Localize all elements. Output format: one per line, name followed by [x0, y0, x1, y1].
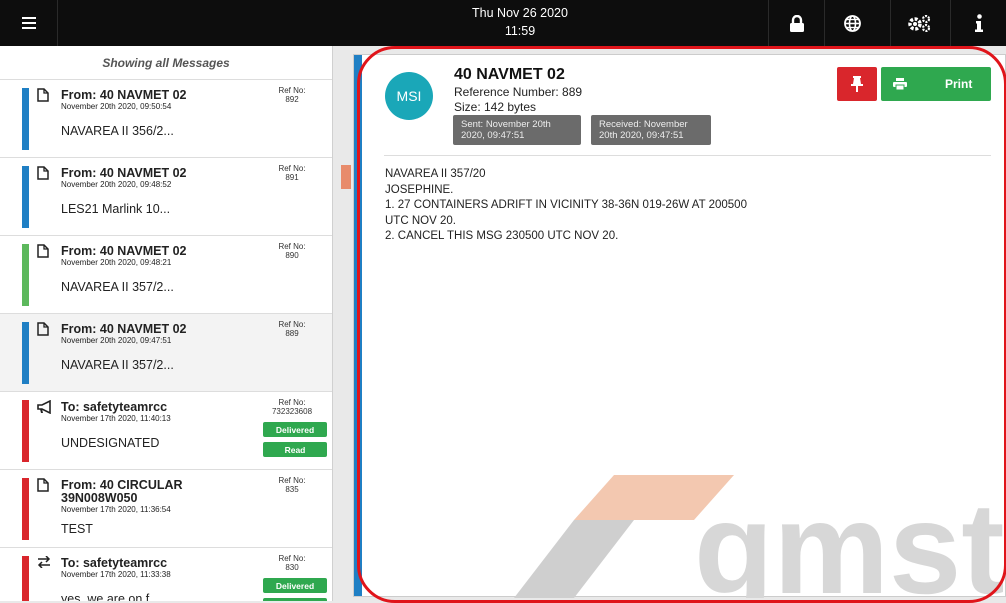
file-icon: [37, 322, 49, 336]
message-list: From: 40 NAVMET 02 November 20th 2020, 09…: [0, 80, 332, 601]
menu-button[interactable]: [0, 0, 58, 46]
ref-value: 892: [285, 94, 299, 104]
list-item[interactable]: From: 40 NAVMET 02 November 20th 2020, 09…: [0, 314, 332, 392]
current-date: Thu Nov 26 2020: [472, 6, 568, 20]
message-sender: From: 40 NAVMET 02: [61, 166, 187, 180]
header-divider: [384, 155, 991, 156]
exchange-icon: [37, 555, 51, 570]
status-color-bar: [22, 478, 29, 540]
list-header: Showing all Messages: [0, 46, 332, 80]
message-date: November 17th 2020, 11:40:13: [61, 414, 171, 423]
gmst-watermark-logo: gmst: [514, 475, 1005, 598]
status-color-bar: [22, 166, 29, 228]
message-list-pane: Showing all Messages From: 40 NAVMET 02 N…: [0, 46, 333, 601]
info-button[interactable]: [950, 0, 1006, 46]
list-item[interactable]: From: 40 NAVMET 02 November 20th 2020, 09…: [0, 158, 332, 236]
message-snippet: UNDESIGNATED: [61, 436, 160, 450]
message-date: November 20th 2020, 09:47:51: [61, 336, 172, 345]
status-color-bar: [22, 244, 29, 306]
globe-icon: [844, 14, 861, 32]
message-sender: From: 40 NAVMET 02: [61, 244, 187, 258]
message-snippet: TEST: [61, 522, 93, 536]
clock: Thu Nov 26 2020 11:59: [420, 4, 620, 40]
lock-icon: [789, 14, 804, 32]
printer-icon: [893, 78, 907, 90]
message-snippet: NAVAREA II 357/2...: [61, 358, 174, 372]
print-button[interactable]: Print: [881, 67, 991, 101]
current-time: 11:59: [504, 24, 536, 38]
top-bar: Thu Nov 26 2020 11:59: [0, 0, 1006, 46]
message-sender: To: safetyteamrcc: [61, 400, 168, 414]
watermark-text: gmst: [694, 475, 1005, 598]
network-button[interactable]: [824, 0, 880, 46]
message-sender: From: 40 CIRCULAR 39N008W050: [61, 478, 183, 505]
message-sender: From: 40 NAVMET 02: [61, 322, 187, 336]
message-snippet: NAVAREA II 356/2...: [61, 124, 174, 138]
message-snippet: NAVAREA II 357/2...: [61, 280, 174, 294]
settings-button[interactable]: [890, 0, 946, 46]
ref-number: Ref No: 830: [257, 554, 327, 572]
message-snippet: LES21 Marlink 10...: [61, 202, 171, 216]
list-item[interactable]: To: safetyteamrcc November 17th 2020, 11:…: [0, 392, 332, 470]
message-date: November 17th 2020, 11:36:54: [61, 505, 171, 514]
message-detail: MSI 40 NAVMET 02 Reference Number: 889 S…: [353, 54, 1006, 598]
pin-icon: [851, 76, 863, 92]
ref-value: 890: [285, 250, 299, 260]
message-sender: From: 40 NAVMET 02: [61, 88, 187, 102]
status-badge: Delivered: [263, 578, 327, 593]
list-item[interactable]: From: 40 CIRCULAR 39N008W050 November 17t…: [0, 470, 332, 548]
ref-value: 889: [285, 328, 299, 338]
list-item[interactable]: To: safetyteamrcc November 17th 2020, 11:…: [0, 548, 332, 601]
ref-value: 835: [285, 484, 299, 494]
ref-value: 732323608: [271, 406, 313, 416]
ref-number: Ref No: 835: [257, 476, 327, 494]
message-title: 40 NAVMET 02: [454, 66, 565, 83]
message-body: NAVAREA II 357/20 JOSEPHINE. 1. 27 CONTA…: [385, 168, 747, 242]
status-color-bar: [22, 322, 29, 384]
message-date: November 20th 2020, 09:48:21: [61, 258, 172, 267]
file-icon: [37, 88, 49, 102]
ref-number: Ref No: 890: [257, 242, 327, 260]
ref-number: Ref No: 889: [257, 320, 327, 338]
file-icon: [37, 244, 49, 258]
received-timestamp: Received: November 20th 2020, 09:47:51: [591, 115, 711, 145]
ref-number: Ref No: 892: [257, 86, 327, 104]
status-color-bar: [22, 400, 29, 462]
status-badge: Read: [263, 442, 327, 457]
lock-button[interactable]: [768, 0, 824, 46]
scrollbar-thumb[interactable]: [341, 165, 351, 189]
gears-icon: [907, 14, 930, 32]
status-color-bar: [22, 556, 29, 601]
message-date: November 17th 2020, 11:33:38: [61, 570, 171, 579]
ref-number: Ref No: 891: [257, 164, 327, 182]
menu-icon: [21, 17, 36, 29]
reference-number: Reference Number: 889: [454, 85, 583, 99]
message-date: November 20th 2020, 09:48:52: [61, 180, 172, 189]
ref-number: Ref No: 732323608: [257, 398, 327, 416]
megaphone-icon: [37, 399, 51, 415]
status-color-bar: [22, 88, 29, 150]
print-label: Print: [945, 77, 973, 91]
pin-button[interactable]: [837, 67, 877, 101]
selection-pointer: [333, 346, 340, 360]
list-item[interactable]: From: 40 NAVMET 02 November 20th 2020, 09…: [0, 80, 332, 158]
file-icon: [37, 166, 49, 180]
sent-timestamp: Sent: November 20th 2020, 09:47:51: [453, 115, 581, 145]
ref-value: 891: [285, 172, 299, 182]
status-badge: Delivered: [263, 422, 327, 437]
ref-value: 830: [285, 562, 299, 572]
avatar: MSI: [385, 72, 433, 120]
message-snippet: yes, we are on f...: [61, 592, 160, 601]
file-icon: [37, 478, 49, 492]
info-icon: [974, 14, 983, 32]
message-size: Size: 142 bytes: [454, 100, 537, 114]
message-sender: To: safetyteamrcc: [61, 556, 168, 570]
list-item[interactable]: From: 40 NAVMET 02 November 20th 2020, 09…: [0, 236, 332, 314]
detail-color-bar: [354, 55, 362, 596]
message-date: November 20th 2020, 09:50:54: [61, 102, 172, 111]
